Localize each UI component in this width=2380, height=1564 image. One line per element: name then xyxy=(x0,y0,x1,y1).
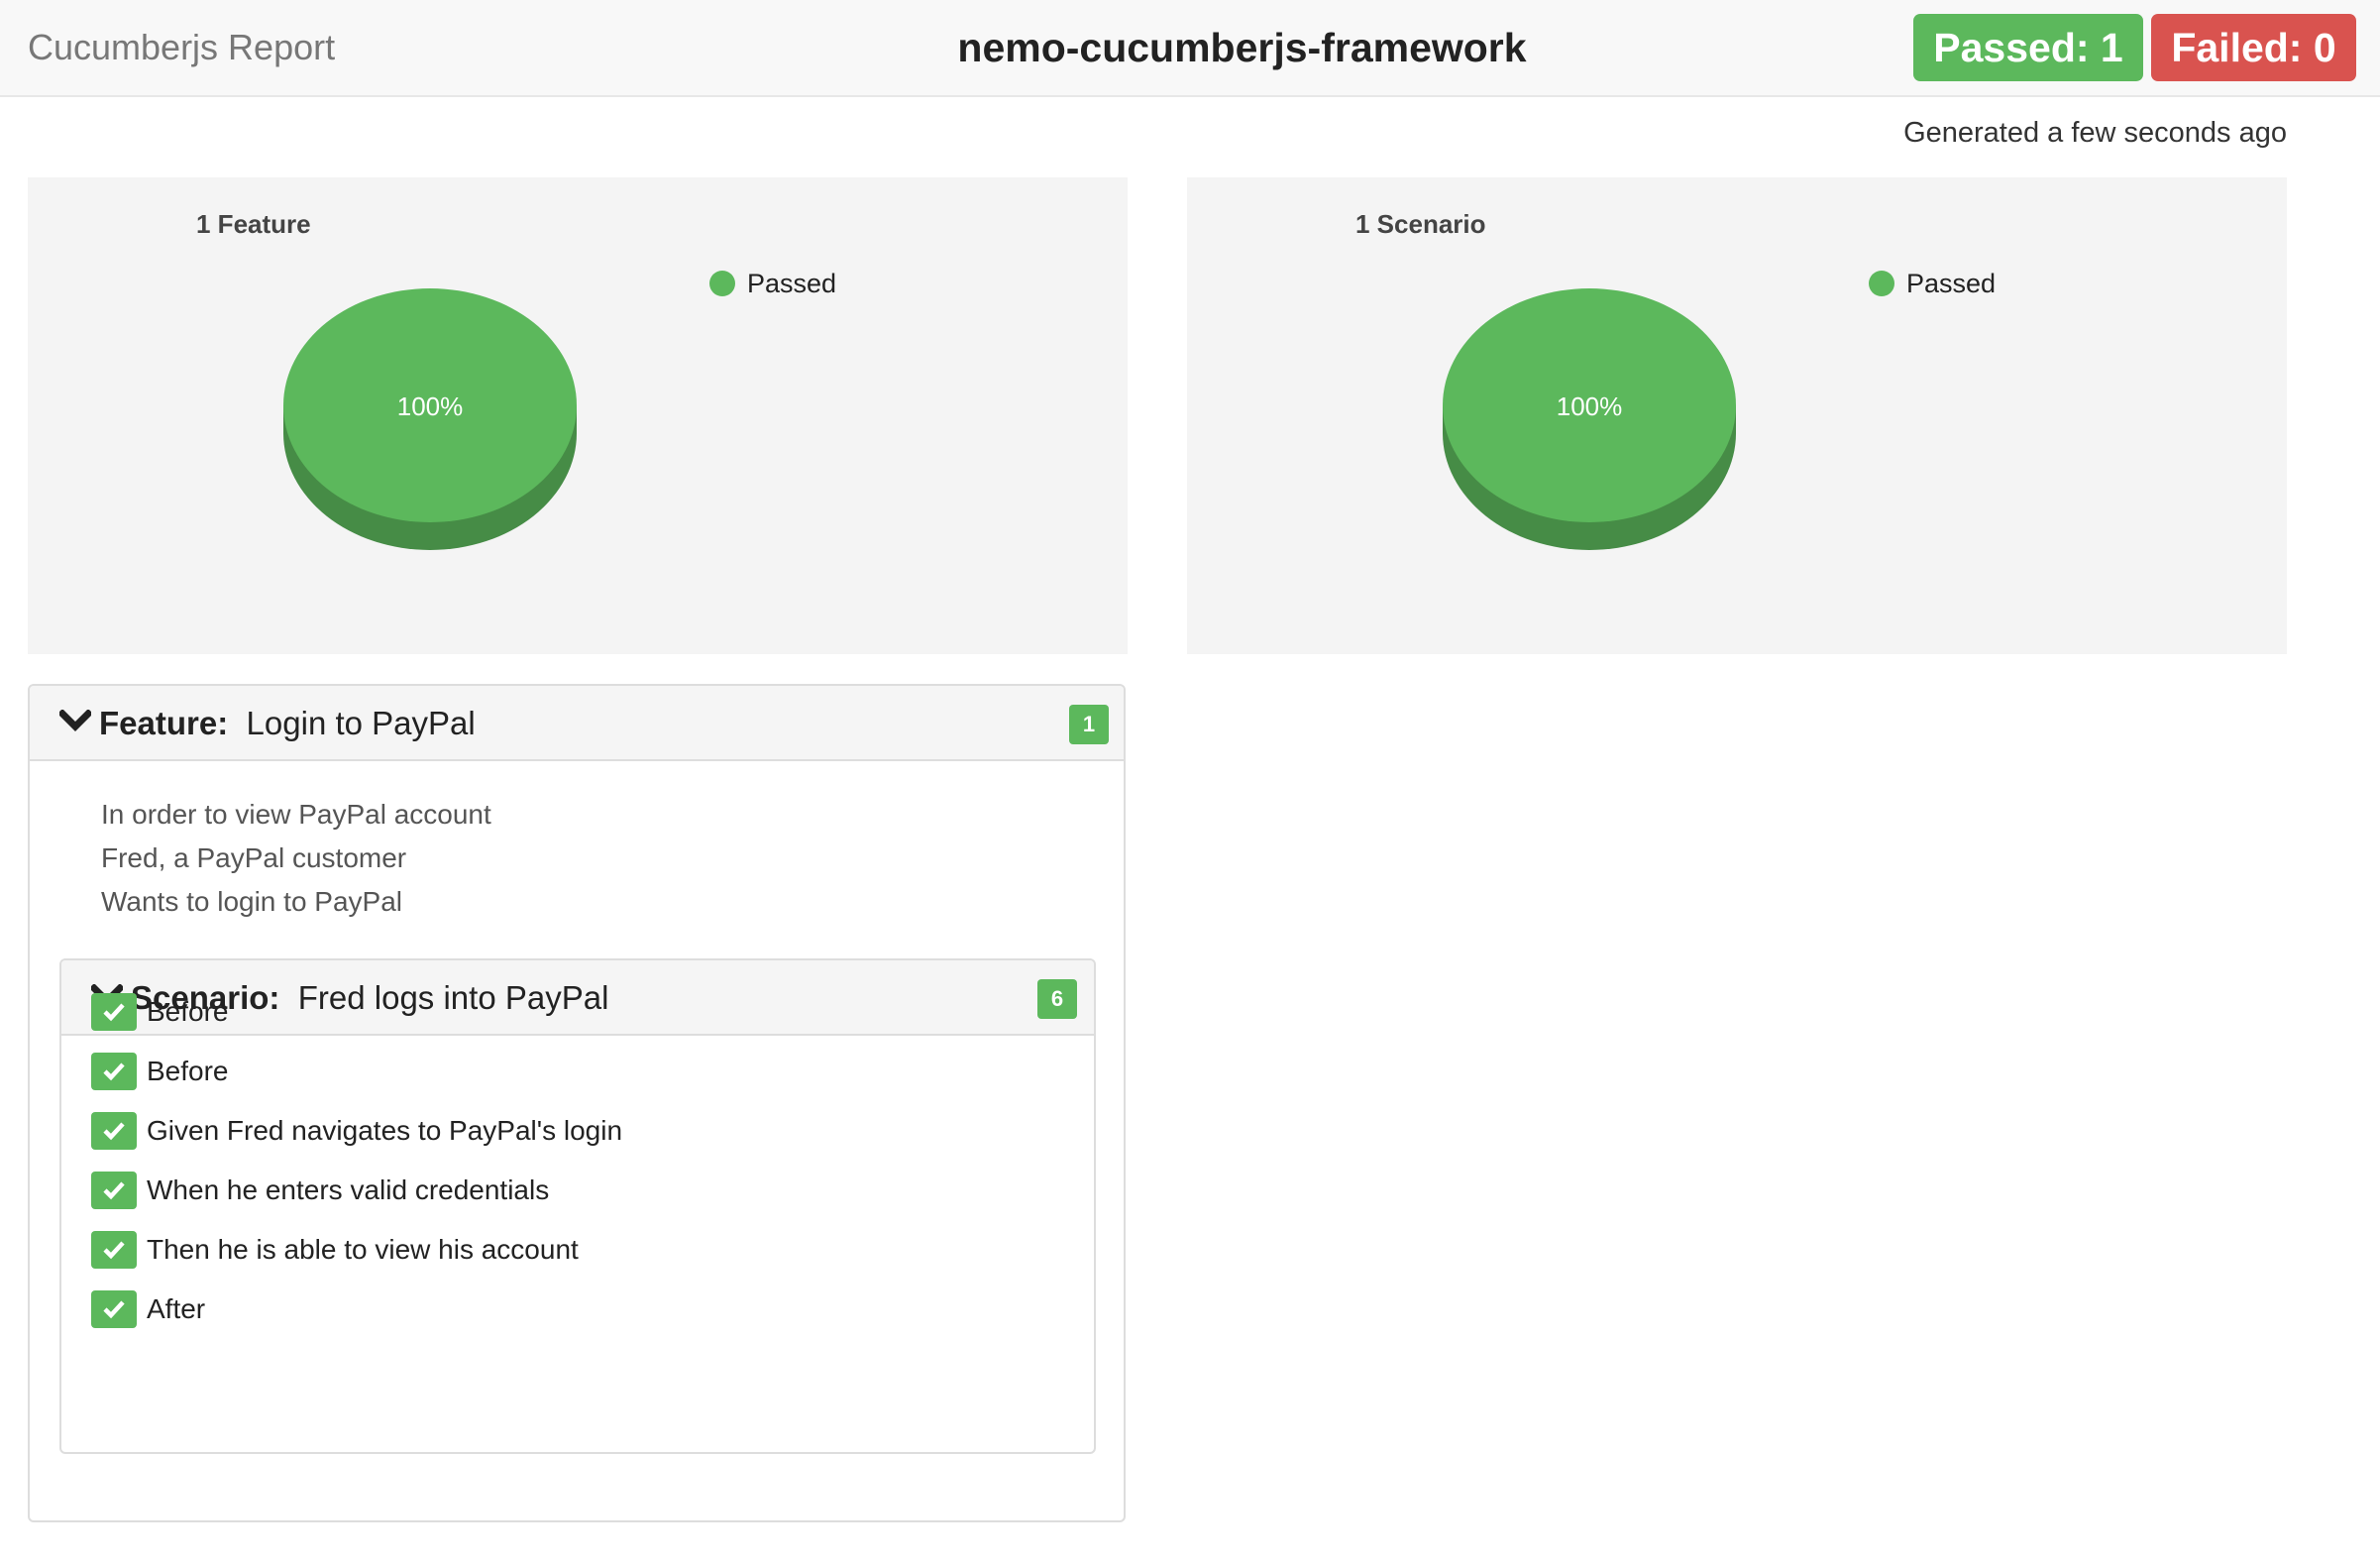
legend-passed-marker xyxy=(1869,271,1894,296)
navbar: Cucumberjs Report nemo-cucumberjs-framew… xyxy=(0,0,2380,97)
step-text: When he enters valid credentials xyxy=(147,1174,550,1205)
chart-title: 1 Feature xyxy=(196,209,311,239)
chart-title: 1 Scenario xyxy=(1355,209,1486,239)
scenarios-pie-chart: 100% xyxy=(1443,288,1736,550)
feature-heading[interactable]: Feature: Login to PayPal 1 xyxy=(30,686,1124,761)
pie-data-label: 100% xyxy=(397,391,464,421)
legend-passed-marker xyxy=(709,271,735,296)
check-icon xyxy=(91,993,137,1031)
feature-description-line: In order to view PayPal account xyxy=(101,799,491,830)
feature-name: Login to PayPal xyxy=(246,705,476,741)
scenario-name: Fred logs into PayPal xyxy=(297,979,609,1016)
passed-count-badge[interactable]: Passed: 1 xyxy=(1913,14,2143,81)
step-text: Before xyxy=(147,996,229,1027)
generated-timestamp: Generated a few seconds ago xyxy=(1903,117,2287,149)
check-icon xyxy=(91,1231,137,1269)
features-chart-panel: 1 Feature Passed 100% xyxy=(28,177,1128,654)
step-text: Given Fred navigates to PayPal's login xyxy=(147,1115,623,1146)
failed-count-badge[interactable]: Failed: 0 xyxy=(2151,14,2356,81)
check-icon xyxy=(91,1112,137,1150)
pie-data-label: 100% xyxy=(1557,391,1623,421)
legend-passed-label: Passed xyxy=(1906,269,1997,298)
features-pie-chart: 100% xyxy=(283,288,577,550)
chevron-down-icon[interactable] xyxy=(59,710,91,733)
scenario-step-count-badge: 6 xyxy=(1037,979,1077,1019)
check-icon xyxy=(91,1290,137,1328)
feature-keyword: Feature: xyxy=(99,705,229,741)
step-text: After xyxy=(147,1293,206,1324)
check-icon xyxy=(91,1172,137,1209)
legend-passed-label: Passed xyxy=(747,269,837,298)
feature-description-line: Fred, a PayPal customer xyxy=(101,842,407,873)
step-text: Before xyxy=(147,1056,229,1086)
step-text: Then he is able to view his account xyxy=(147,1234,579,1265)
scenarios-chart-panel: 1 Scenario Passed 100% xyxy=(1187,177,2287,654)
feature-title: Feature: Login to PayPal xyxy=(99,686,476,761)
feature-panel: Feature: Login to PayPal 1 In order to v… xyxy=(28,684,1126,1522)
scenario-panel: Scenario: Fred logs into PayPal 6 Before… xyxy=(59,958,1096,1454)
feature-description: In order to view PayPal account Fred, a … xyxy=(101,793,491,924)
check-icon xyxy=(91,1053,137,1090)
feature-description-line: Wants to login to PayPal xyxy=(101,886,403,917)
feature-scenario-count-badge: 1 xyxy=(1069,705,1109,744)
